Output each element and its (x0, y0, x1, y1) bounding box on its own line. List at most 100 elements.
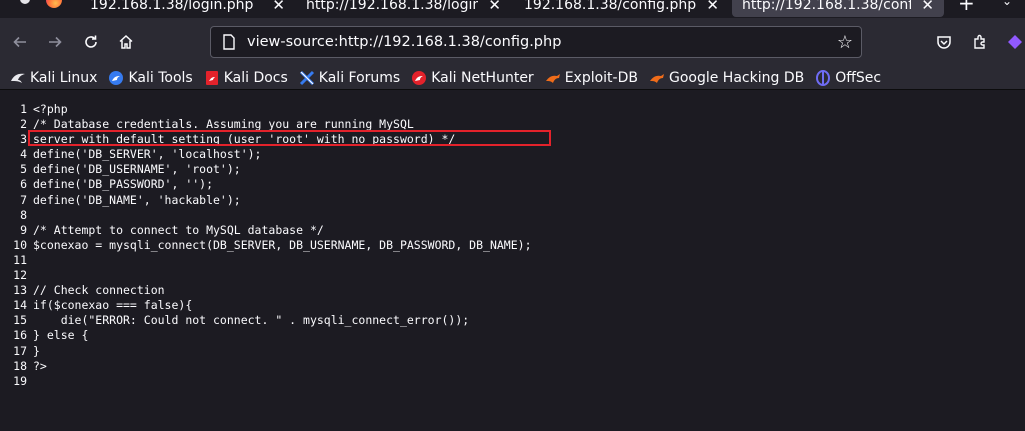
bookmark-offsec[interactable]: OffSec (811, 66, 885, 90)
bookmark-label: Kali NetHunter (431, 69, 534, 86)
view-source-content: 1 <?php 2/* Database credentials. Assumin… (0, 91, 1025, 431)
line-code: if($conexao === false){ (33, 298, 193, 313)
source-line: 5 define('DB_USERNAME', 'root'); (0, 162, 532, 177)
bookmark-kali-nethunter[interactable]: Kali NetHunter (407, 66, 537, 90)
bookmark-kali-forums[interactable]: Kali Forums (295, 66, 404, 90)
kali-dragon-icon (10, 70, 26, 86)
reload-icon (85, 35, 97, 48)
line-number: 15 (13, 313, 27, 328)
close-icon[interactable]: ✕ (272, 0, 285, 14)
source-line: 18 ?> (0, 359, 532, 374)
line-code: $conexao = mysqli_connect(DB_SERVER, DB_… (33, 237, 532, 252)
tab-label: 192.168.1.38/config.php (524, 0, 697, 13)
bookmark-label: Kali Linux (30, 69, 98, 86)
line-code: define('DB_SERVER', 'localhost'); (33, 147, 262, 162)
tab-label: http://192.168.1.38/login.ph (306, 0, 479, 13)
source-line: 15 die("ERROR: Could not connect. " . my… (0, 313, 532, 328)
source-line: 13 // Check connection (0, 283, 532, 298)
close-icon[interactable]: ✕ (488, 0, 501, 14)
close-icon[interactable]: ✕ (706, 0, 719, 14)
close-icon[interactable]: ✕ (921, 0, 934, 14)
line-code: <?php (33, 102, 68, 116)
pocket-button[interactable] (932, 30, 956, 54)
line-number: 14 (13, 298, 27, 313)
bookmark-label: Kali Docs (223, 69, 288, 86)
tab-config[interactable]: 192.168.1.38/config.php ✕ (514, 0, 729, 17)
source-line: 14 if($conexao === false){ (0, 298, 532, 313)
pocket-icon (937, 36, 951, 49)
line-number: 19 (13, 373, 27, 388)
line-number: 1 (20, 102, 27, 116)
foxyproxy-icon (1008, 35, 1022, 49)
line-number: 4 (20, 147, 27, 162)
bookmark-google-hacking-db[interactable]: Google Hacking DB (645, 66, 808, 90)
line-code: die("ERROR: Could not connect. " . mysql… (33, 313, 470, 328)
bookmark-label: OffSec (835, 69, 882, 86)
kali-tools-icon (108, 70, 124, 86)
line-number: 9 (20, 222, 27, 237)
exploit-db-icon (545, 70, 561, 86)
reload-button[interactable] (79, 30, 103, 54)
firefox-icon (46, 0, 62, 8)
address-bar[interactable]: ☆ (210, 26, 862, 58)
navigation-toolbar: ☆ (0, 18, 1025, 66)
line-code: define('DB_USERNAME', 'root'); (33, 162, 241, 177)
tab-strip: 192.168.1.38/login.php ✕ http://192.168.… (0, 0, 1025, 18)
source-line: 10 $conexao = mysqli_connect(DB_SERVER, D… (0, 237, 532, 253)
puzzle-icon (974, 34, 985, 49)
line-code: define('DB_PASSWORD', ''); (33, 177, 214, 192)
bookmark-label: Kali Tools (128, 69, 193, 86)
line-code: define('DB_NAME', 'hackable'); (33, 192, 241, 207)
bookmark-exploit-db[interactable]: Exploit-DB (541, 66, 642, 90)
tab-login[interactable]: 192.168.1.38/login.php ✕ (80, 0, 295, 17)
home-icon (119, 34, 133, 49)
nethunter-icon (411, 70, 427, 86)
tab-overflow-icon[interactable] (20, 0, 30, 4)
line-number: 10 (13, 237, 27, 252)
bookmark-kali-linux[interactable]: Kali Linux (6, 66, 101, 90)
line-code: } else { (33, 328, 89, 343)
line-number: 17 (13, 343, 27, 358)
back-button[interactable] (8, 30, 32, 54)
new-tab-button[interactable]: + (958, 0, 975, 15)
line-number: 6 (20, 177, 27, 192)
source-line: 11 (0, 253, 532, 268)
source-line: 9 /* Attempt to connect to MySQL database… (0, 223, 532, 238)
line-number: 7 (20, 192, 27, 207)
source-line: 17} (0, 344, 532, 359)
line-number: 13 (13, 283, 27, 298)
home-button[interactable] (114, 30, 138, 54)
tab-config-active[interactable]: http://192.168.1.38/config.ph ✕ (732, 0, 944, 17)
bookmark-label: Exploit-DB (564, 69, 638, 86)
kali-forums-icon (299, 70, 315, 86)
bookmark-star-icon[interactable]: ☆ (837, 32, 853, 53)
url-input[interactable] (247, 34, 817, 50)
bookmark-kali-tools[interactable]: Kali Tools (104, 66, 196, 90)
line-number: 11 (13, 252, 27, 267)
forward-button[interactable] (43, 30, 67, 54)
source-line: 12 (0, 268, 532, 283)
extensions-button[interactable] (968, 30, 992, 54)
bookmarks-toolbar: Kali Linux Kali Tools Kali Docs Kali For… (0, 66, 1025, 90)
bookmark-kali-docs[interactable]: Kali Docs (200, 66, 292, 90)
line-number: 16 (13, 328, 27, 343)
line-code: /* Attempt to connect to MySQL database … (33, 222, 324, 237)
back-arrow-icon (13, 36, 26, 48)
source-line: 19 (0, 374, 532, 389)
ghdb-icon (649, 70, 665, 86)
list-tabs-chevron-icon[interactable]: ⌄ (1002, 0, 1012, 8)
source-line: 4 define('DB_SERVER', 'localhost'); (0, 147, 532, 162)
line-code: // Check connection (33, 283, 165, 298)
tab-login-2[interactable]: http://192.168.1.38/login.ph ✕ (296, 0, 511, 17)
source-line: 7 define('DB_NAME', 'hackable'); (0, 193, 532, 208)
line-number: 5 (20, 162, 27, 177)
extension-foxyproxy-button[interactable] (1003, 30, 1025, 54)
page-document-icon (221, 34, 237, 50)
source-line: 16 } else { (0, 328, 532, 343)
offsec-icon (815, 69, 831, 86)
line-number: 12 (13, 268, 27, 283)
source-line: 1 <?php (0, 102, 532, 117)
kali-docs-icon (204, 70, 220, 86)
line-code: } (33, 343, 40, 358)
source-line: 8 (0, 208, 532, 223)
